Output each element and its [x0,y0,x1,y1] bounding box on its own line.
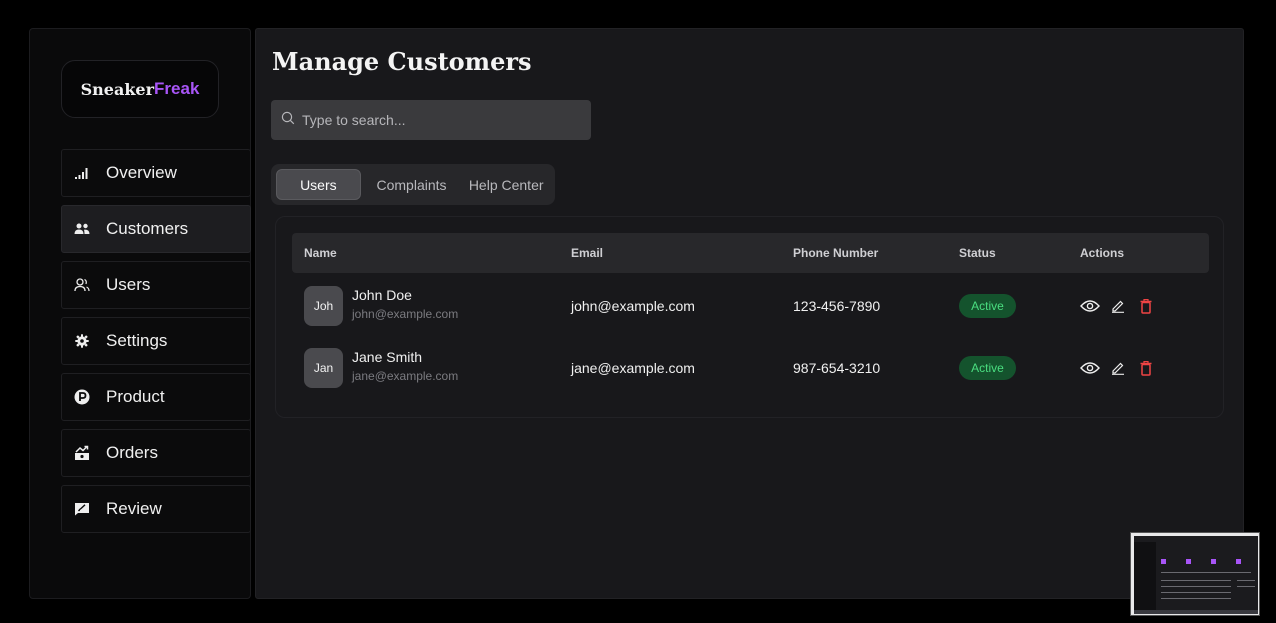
customer-sub-email: jane@example.com [352,369,459,383]
search-input[interactable] [302,112,582,128]
customers-table-card: Name Email Phone Number Status Actions J… [275,216,1224,418]
user-outline-icon [74,277,90,293]
sidebar-item-label: Product [106,387,165,406]
view-eye-icon[interactable] [1080,359,1100,377]
thumbnail-line [1237,586,1255,587]
search-icon [281,111,295,130]
users-group-icon [74,221,90,237]
thumbnail-line [1161,586,1231,587]
customer-sub-email: john@example.com [352,307,459,321]
sidebar-item-users[interactable]: Users [61,261,251,309]
header-actions: Actions [1080,246,1125,260]
sidebar: Sneaker Freak Overview Customers Users S… [29,28,251,599]
customer-name: John Doe [352,287,412,303]
thumbnail-line [1161,572,1251,573]
signal-bars-icon [74,165,90,181]
header-email: Email [571,246,604,260]
tab-users[interactable]: Users [276,169,361,200]
thumbnail-line [1161,592,1231,593]
view-eye-icon[interactable] [1080,297,1100,315]
avatar: Jan [304,348,343,388]
thumbnail-stat-square [1161,559,1166,564]
header-phone-number: Phone Number [793,246,879,260]
main-panel: Manage Customers Users Complaints Help C… [255,28,1244,599]
status-badge: Active [959,294,1016,318]
sidebar-item-product[interactable]: Product [61,373,251,421]
sidebar-item-label: Settings [106,331,168,350]
sidebar-item-overview[interactable]: Overview [61,149,251,197]
sidebar-item-label: Review [106,499,162,518]
header-status: Status [959,246,996,260]
sidebar-item-label: Overview [106,163,177,182]
customer-email: jane@example.com [571,360,695,376]
table-row: Joh John Doe john@example.com john@examp… [292,275,1209,337]
avatar: Joh [304,286,343,326]
thumbnail-taskbar [1134,610,1258,614]
search-box[interactable] [271,100,591,140]
customer-email: john@example.com [571,298,695,314]
thumbnail-sidebar [1134,542,1156,610]
tab-complaints[interactable]: Complaints [361,169,463,200]
thumbnail-preview-image [1134,536,1258,614]
thumbnail-line [1237,580,1255,581]
brand-name-part1: Sneaker [80,79,155,99]
thumbnail-stat-square [1236,559,1241,564]
thumbnail-line [1161,580,1231,581]
sidebar-item-label: Orders [106,443,158,462]
thumbnail-stat-square [1186,559,1191,564]
page-title: Manage Customers [272,47,532,76]
thumbnail-stat-square [1211,559,1216,564]
table-row: Jan Jane Smith jane@example.com jane@exa… [292,337,1209,399]
sidebar-item-orders[interactable]: Orders [61,429,251,477]
delete-trash-icon[interactable] [1136,297,1156,315]
gear-icon [74,333,90,349]
sidebar-item-settings[interactable]: Settings [61,317,251,365]
customer-phone: 987-654-3210 [793,360,881,376]
status-badge: Active [959,356,1016,380]
row-actions [1080,297,1164,315]
header-name: Name [304,246,337,260]
row-actions [1080,359,1164,377]
app-window: Sneaker Freak Overview Customers Users S… [0,0,1276,623]
review-chat-icon [74,501,90,517]
edit-pencil-icon[interactable] [1108,297,1128,315]
tab-help-center[interactable]: Help Center [462,169,550,200]
product-p-icon [74,389,90,405]
tab-bar: Users Complaints Help Center [271,164,555,205]
sidebar-item-label: Users [106,275,151,294]
thumbnail-line [1161,598,1231,599]
sidebar-item-review[interactable]: Review [61,485,251,533]
customer-phone: 123-456-7890 [793,298,881,314]
table-header: Name Email Phone Number Status Actions [292,233,1209,273]
brand-name-part2: Freak [154,79,200,98]
delete-trash-icon[interactable] [1136,359,1156,377]
edit-pencil-icon[interactable] [1108,359,1128,377]
orders-money-icon [74,445,90,461]
customer-name: Jane Smith [352,349,423,365]
brand-logo[interactable]: Sneaker Freak [61,60,219,118]
sidebar-nav: Overview Customers Users Settings Produc… [61,149,251,541]
screenshot-thumbnail[interactable] [1130,532,1260,616]
sidebar-item-label: Customers [106,219,189,238]
sidebar-item-customers[interactable]: Customers [61,205,251,253]
